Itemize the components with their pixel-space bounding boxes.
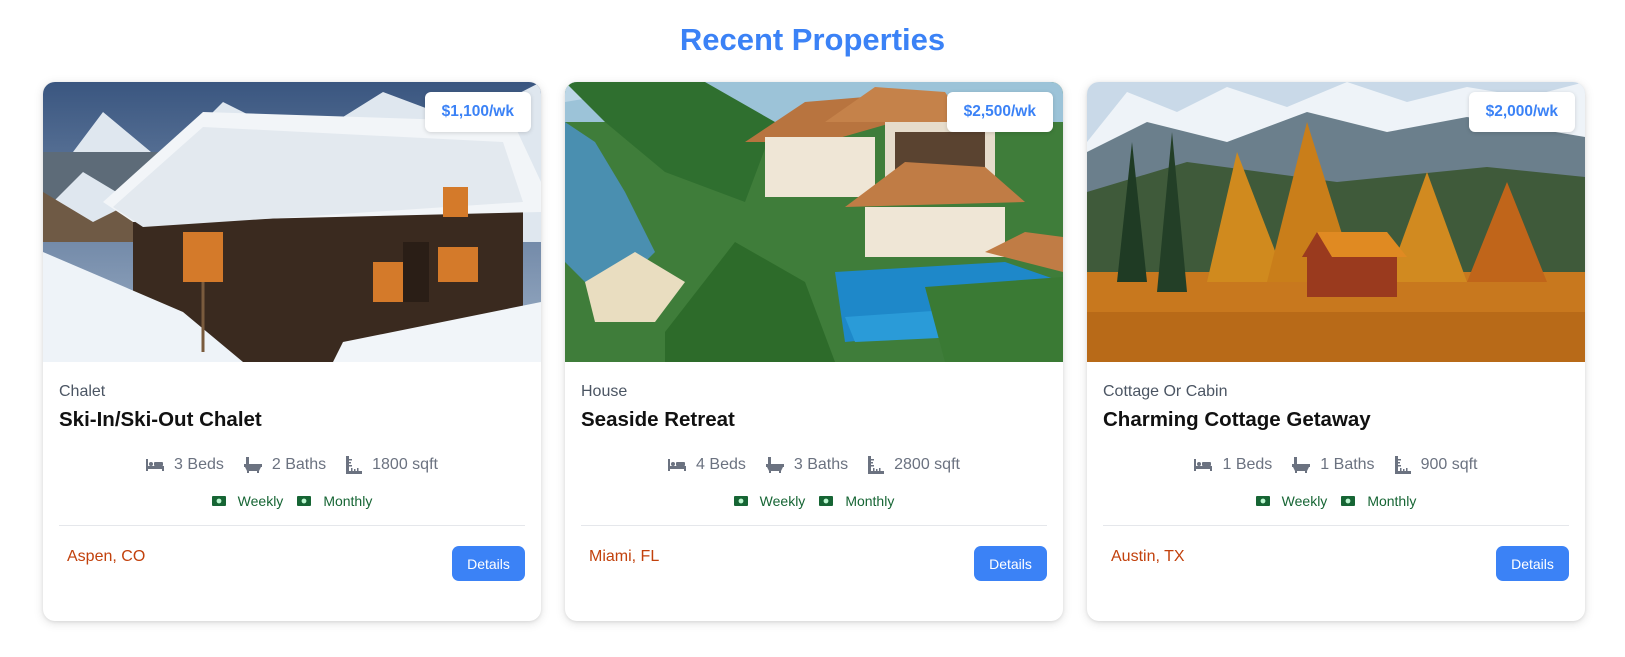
beds-count: 1 Beds [1222,456,1273,473]
property-type: Chalet [59,383,106,400]
property-card: $2,500/wk House Seaside Retreat 4 Beds 3… [565,82,1063,621]
price-badge: $2,500/wk [946,92,1053,132]
rate-label: Monthly [1367,493,1417,509]
property-location: Miami, FL [589,548,660,565]
area-spec: 900 sqft [1394,455,1478,475]
area-size: 900 sqft [1420,456,1478,473]
property-name: Seaside Retreat [581,408,735,431]
ruler-icon [1394,456,1411,474]
ruler-icon [868,456,885,474]
price-badge: $1,100/wk [424,92,531,132]
property-image[interactable]: $2,500/wk [565,82,1063,362]
property-specs: 3 Beds 2 Baths 1800 sqft [59,455,525,475]
rate-label: Monthly [845,493,895,509]
rate-weekly: Weekly [1255,493,1328,509]
rate-label: Weekly [759,493,806,509]
property-card: $1,100/wk Chalet Ski-In/Ski-Out Chalet 3… [43,82,541,621]
property-specs: 4 Beds 3 Baths 2800 sqft [581,455,1047,475]
rate-monthly: Monthly [1341,493,1416,509]
beds-count: 4 Beds [696,456,746,473]
area-size: 1800 sqft [372,456,438,473]
rate-weekly: Weekly [733,493,806,509]
bath-icon [243,457,262,473]
property-card: $2,000/wk Cottage Or Cabin Charming Cott… [1087,82,1585,621]
money-icon [1341,496,1356,506]
area-size: 2800 sqft [894,456,960,473]
baths-spec: 2 Baths [243,455,327,475]
property-name: Ski-In/Ski-Out Chalet [59,408,262,431]
beds-spec: 1 Beds [1194,455,1272,475]
money-icon [733,496,748,506]
money-icon [1255,496,1270,506]
property-location: Aspen, CO [67,548,146,565]
area-spec: 2800 sqft [868,455,960,475]
rate-options: Weekly Monthly [59,493,525,509]
rate-monthly: Monthly [819,493,894,509]
baths-count: 1 Baths [1320,456,1375,473]
baths-spec: 3 Baths [765,455,849,475]
beds-spec: 4 Beds [668,455,746,475]
section-title: Recent Properties [679,22,946,57]
rate-label: Monthly [323,493,373,509]
property-type: House [581,383,628,400]
rate-monthly: Monthly [297,493,372,509]
bed-icon [1194,459,1213,471]
bath-icon [1292,457,1311,473]
details-button[interactable]: Details [974,546,1047,581]
rate-weekly: Weekly [211,493,284,509]
property-specs: 1 Beds 1 Baths 900 sqft [1103,455,1569,475]
area-spec: 1800 sqft [346,455,438,475]
rate-label: Weekly [237,493,284,509]
details-button[interactable]: Details [452,546,525,581]
baths-count: 3 Baths [793,456,849,473]
beds-spec: 3 Beds [146,455,224,475]
baths-count: 2 Baths [271,456,327,473]
property-image[interactable]: $2,000/wk [1087,82,1585,362]
money-icon [819,496,834,506]
details-button[interactable]: Details [1496,546,1569,581]
bed-icon [146,459,165,471]
ruler-icon [346,456,363,474]
property-name: Charming Cottage Getaway [1103,408,1371,431]
property-card-list: $1,100/wk Chalet Ski-In/Ski-Out Chalet 3… [43,82,1585,621]
money-icon [297,496,312,506]
bath-icon [765,457,784,473]
rate-options: Weekly Monthly [1103,493,1569,509]
property-type: Cottage Or Cabin [1103,383,1228,400]
property-image[interactable]: $1,100/wk [43,82,541,362]
rate-options: Weekly Monthly [581,493,1047,509]
bed-icon [668,459,687,471]
rate-label: Weekly [1281,493,1328,509]
property-location: Austin, TX [1111,548,1185,565]
beds-count: 3 Beds [174,456,224,473]
money-icon [211,496,226,506]
baths-spec: 1 Baths [1292,455,1375,475]
price-badge: $2,000/wk [1468,92,1575,132]
